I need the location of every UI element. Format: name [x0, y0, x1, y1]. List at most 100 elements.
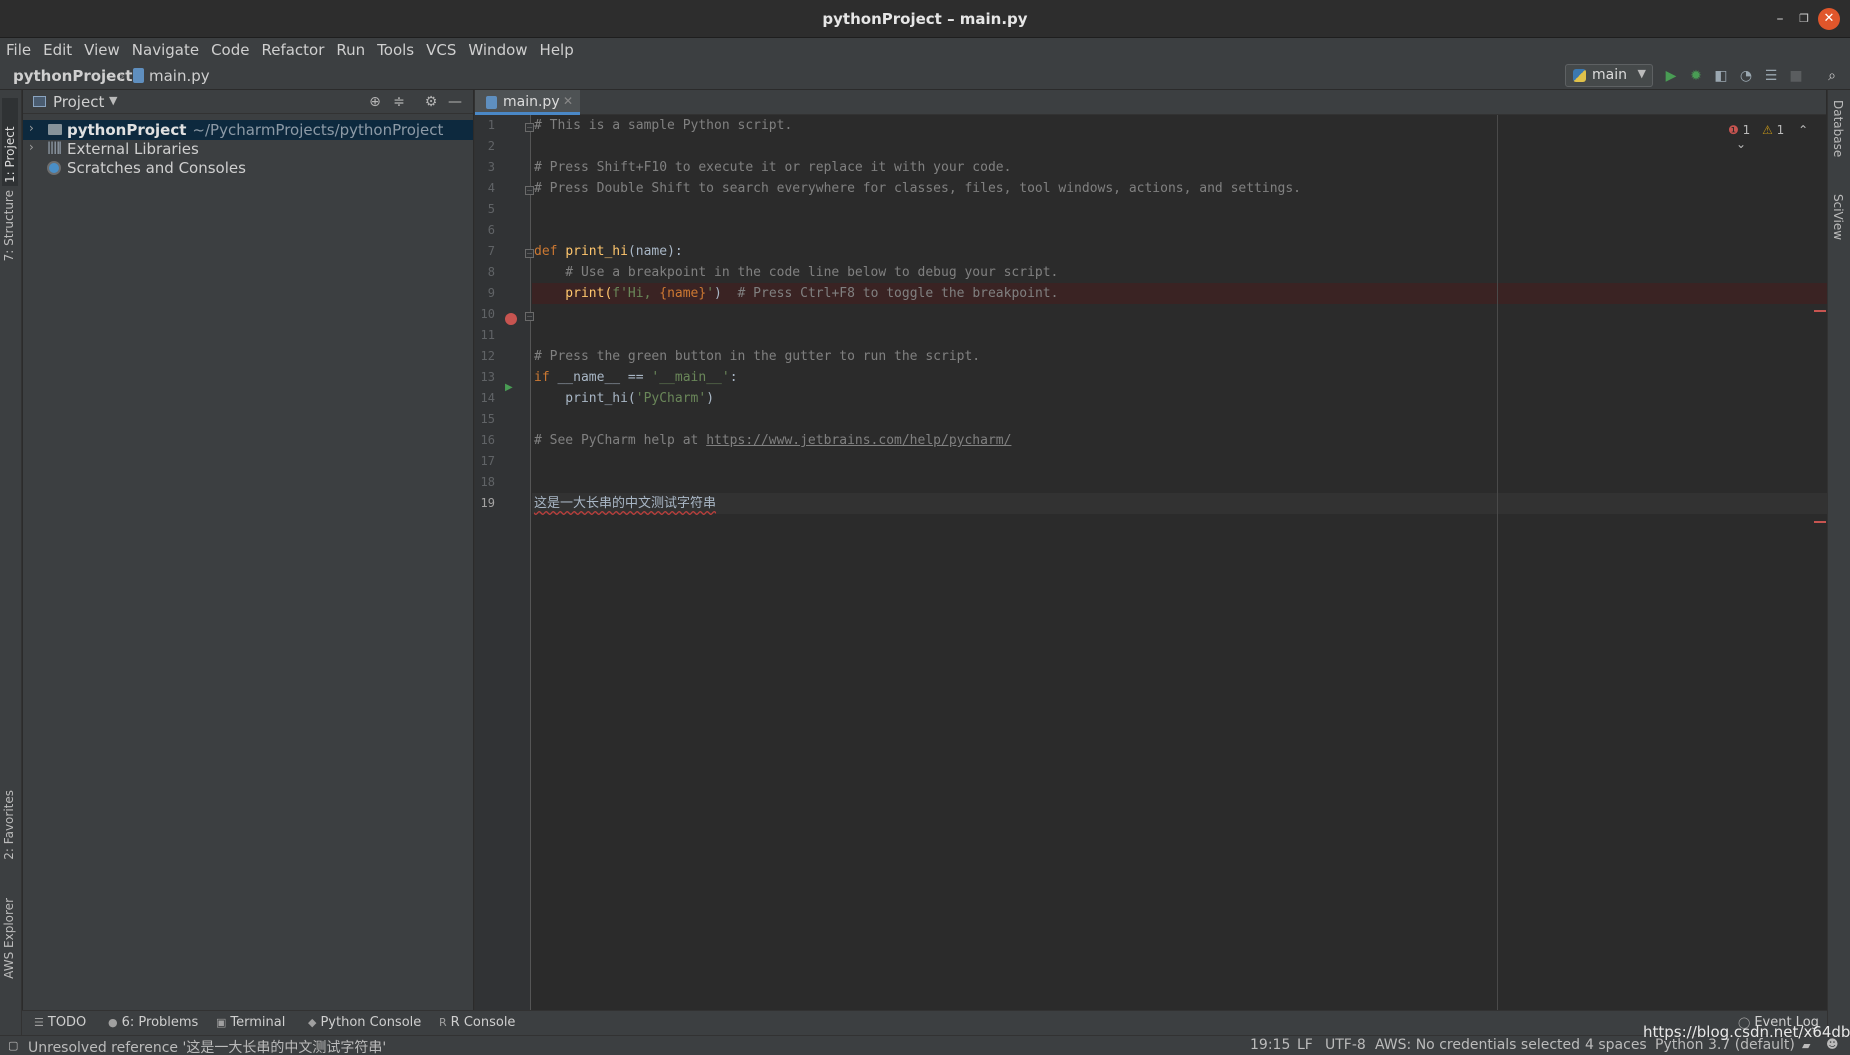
search-icon[interactable]: ⌕ — [1823, 67, 1841, 85]
close-tab-icon[interactable]: ✕ — [563, 94, 573, 108]
breadcrumb-separator-icon: › — [119, 67, 125, 85]
error-stripe-marker[interactable] — [1814, 521, 1826, 523]
python-file-icon — [486, 96, 497, 109]
tool-tab-label: R Console — [450, 1015, 516, 1030]
left-tool-strip: 1: Project 7: Structure 2: Favorites AWS… — [0, 90, 22, 1035]
locate-file-icon[interactable]: ⊕ — [365, 92, 385, 112]
hide-panel-icon[interactable]: — — [445, 92, 465, 112]
breadcrumb-project[interactable]: pythonProject — [13, 67, 132, 85]
run-icon[interactable]: ▶ — [1662, 67, 1680, 85]
tree-item-external-libraries[interactable]: › |||‖ External Libraries — [23, 139, 473, 159]
tool-tab-label: TODO — [47, 1015, 87, 1030]
inspection-widget[interactable]: ❶ 1 ⚠ 1 ⌃ ⌄ — [1728, 123, 1826, 151]
tree-item-label-wrap: pythonProject ~/PycharmProjects/pythonPro… — [67, 121, 443, 139]
caret-position[interactable]: 19:15 — [1250, 1037, 1290, 1053]
menu-window[interactable]: Window — [468, 41, 527, 59]
editor-tab-main[interactable]: main.py ✕ — [475, 90, 580, 115]
aws-credentials[interactable]: AWS: No credentials selected — [1375, 1037, 1580, 1053]
line-number: 19 — [480, 496, 495, 510]
tree-item-path: ~/PycharmProjects/pythonProject — [192, 121, 444, 139]
line-number: 2 — [487, 139, 495, 153]
code-builtin: print( — [534, 286, 613, 301]
menu-file[interactable]: File — [6, 41, 31, 59]
menu-code[interactable]: Code — [211, 41, 249, 59]
chevron-down-icon[interactable]: ▼ — [109, 94, 117, 107]
code-line: # Use a breakpoint in the code line belo… — [532, 262, 1827, 283]
menu-navigate[interactable]: Navigate — [132, 41, 199, 59]
tool-tab-database[interactable]: Database — [1831, 100, 1845, 157]
chevron-down-icon[interactable]: ⌄ — [1736, 137, 1746, 151]
line-number: 3 — [487, 160, 495, 174]
chevron-right-icon[interactable]: › — [29, 121, 34, 135]
menu-edit[interactable]: Edit — [43, 41, 72, 59]
editor-tab-strip: main.py ✕ — [475, 90, 1826, 115]
tool-tab-problems[interactable]: ● 6: Problems — [108, 1015, 198, 1030]
run-gutter-icon[interactable]: ▶ — [505, 382, 513, 393]
folder-icon — [48, 124, 62, 135]
warning-icon: ⚠ — [1762, 123, 1773, 137]
close-icon[interactable]: ✕ — [1818, 8, 1840, 30]
tool-tab-project[interactable]: 1: Project — [2, 98, 18, 186]
tool-tab-r-console[interactable]: RR Console — [439, 1015, 515, 1030]
tool-tab-structure[interactable]: 7: Structure — [2, 190, 16, 261]
line-number: 4 — [487, 181, 495, 195]
chevron-right-icon[interactable]: › — [29, 140, 34, 154]
stop-icon[interactable]: ■ — [1787, 67, 1805, 85]
tree-item-project[interactable]: › pythonProject ~/PycharmProjects/pythonP… — [23, 120, 473, 140]
coverage-icon[interactable]: ◧ — [1712, 67, 1730, 85]
tool-tab-todo[interactable]: ☰ TODO — [34, 1015, 86, 1030]
line-number: 16 — [480, 433, 495, 447]
error-stripe-marker[interactable] — [1814, 310, 1826, 312]
file-encoding[interactable]: UTF-8 — [1325, 1037, 1366, 1053]
profile-icon[interactable]: ◔ — [1737, 67, 1755, 85]
breakpoint-icon[interactable] — [505, 313, 517, 325]
menu-tools[interactable]: Tools — [377, 41, 414, 59]
maximize-icon[interactable]: ❐ — [1794, 9, 1814, 29]
menu-help[interactable]: Help — [540, 41, 574, 59]
menu-view[interactable]: View — [84, 41, 120, 59]
code-area[interactable]: # This is a sample Python script. # Pres… — [532, 115, 1827, 1010]
gear-icon[interactable]: ⚙ — [421, 92, 441, 112]
tree-item-label: External Libraries — [67, 140, 199, 158]
project-panel-title[interactable]: Project — [53, 93, 104, 111]
editor-gutter[interactable]: 1 2 3 4 5 6 7 8 9 10 11 12 13 14 15 16 1… — [475, 115, 534, 1010]
chevron-up-icon[interactable]: ⌃ — [1798, 123, 1808, 137]
run-configuration-select[interactable]: main ▼ — [1565, 64, 1653, 87]
code-keyword: if — [534, 370, 558, 385]
r-icon: R — [439, 1016, 447, 1029]
line-number: 8 — [487, 265, 495, 279]
breadcrumb-file[interactable]: main.py — [149, 67, 210, 85]
status-message: Unresolved reference '这是一大长串的中文测试字符串' — [28, 1040, 387, 1055]
code-line: # This is a sample Python script. — [532, 115, 1827, 136]
error-icon: ❶ — [1728, 123, 1739, 137]
debug-icon[interactable]: ✹ — [1687, 67, 1705, 85]
tool-tab-python-console[interactable]: ◆ Python Console — [308, 1015, 421, 1030]
toggle-tool-windows-icon[interactable]: ▢ — [8, 1039, 18, 1052]
menu-vcs[interactable]: VCS — [426, 41, 456, 59]
libraries-icon: |||‖ — [47, 140, 62, 154]
menu-run[interactable]: Run — [336, 41, 365, 59]
code-link[interactable]: https://www.jetbrains.com/help/pycharm/ — [706, 433, 1011, 448]
problems-icon: ● — [108, 1016, 118, 1029]
minimize-icon[interactable]: – — [1770, 9, 1790, 29]
tree-item-scratches[interactable]: Scratches and Consoles — [23, 158, 473, 178]
indent-setting[interactable]: 4 spaces — [1585, 1037, 1647, 1053]
collapse-all-icon[interactable]: ≑ — [389, 92, 409, 112]
project-panel: Project ▼ ⊕ ≑ ⚙ — › pythonProject ~/Pycha… — [23, 90, 473, 1010]
tool-tab-terminal[interactable]: ▣ Terminal — [216, 1015, 285, 1030]
right-margin-guide — [1497, 115, 1498, 1010]
tool-tab-aws-explorer[interactable]: AWS Explorer — [2, 898, 16, 979]
concurrency-icon[interactable]: ☰ — [1762, 67, 1780, 85]
code-line: # Press the green button in the gutter t… — [532, 346, 1827, 367]
tool-tab-sciview[interactable]: SciView — [1831, 194, 1845, 240]
run-configuration-label: main — [1592, 67, 1627, 83]
line-separator[interactable]: LF — [1297, 1037, 1313, 1053]
code-string: 'PyCharm' — [635, 391, 707, 406]
code-fstring-expr: {name} — [659, 286, 707, 301]
code-text: __name__ == — [557, 370, 652, 385]
tool-tab-label: Terminal — [230, 1015, 286, 1030]
title-bar: pythonProject – main.py – ❐ ✕ — [0, 0, 1850, 38]
line-number: 12 — [480, 349, 495, 363]
tool-tab-favorites[interactable]: 2: Favorites — [2, 790, 16, 860]
menu-refactor[interactable]: Refactor — [261, 41, 324, 59]
